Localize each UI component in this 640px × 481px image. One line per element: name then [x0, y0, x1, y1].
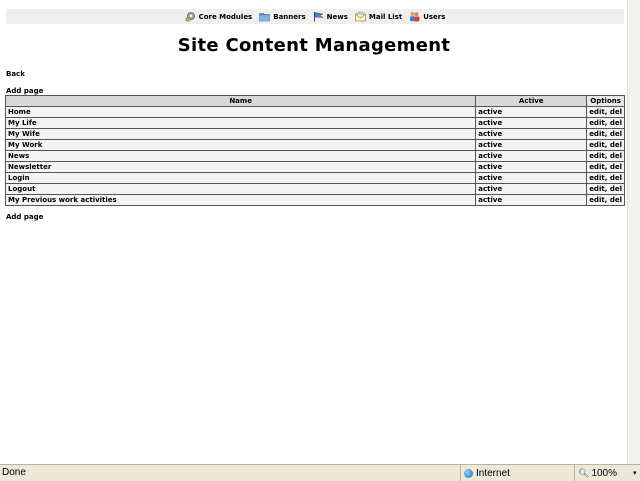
active-status-cell: active [475, 172, 588, 184]
table-row: My Wife active edit, del [4, 128, 625, 140]
page-name-cell[interactable]: Login [4, 172, 477, 184]
edit-link[interactable]: edit [589, 174, 605, 182]
chevron-down-icon: ▾ [633, 470, 637, 477]
zoom-control[interactable]: 🔍︎ 100% ▾ [574, 465, 638, 481]
delete-link[interactable]: del [610, 185, 622, 193]
active-status-cell: active [475, 150, 588, 162]
table-row: My Life active edit, del [4, 117, 625, 129]
delete-link[interactable]: del [610, 152, 622, 160]
table-row: Home active edit, del [4, 106, 625, 118]
zoom-level: 100% [591, 467, 618, 479]
delete-link[interactable]: del [610, 174, 622, 182]
gear-icon [185, 11, 196, 22]
page-name-cell[interactable]: Logout [4, 183, 477, 195]
page-name-cell[interactable]: Newsletter [4, 161, 477, 173]
table-row: Logout active edit, del [4, 183, 625, 195]
edit-link[interactable]: edit [589, 185, 605, 193]
magnifier-icon: 🔍︎ [578, 467, 590, 478]
table-row: Login active edit, del [4, 172, 625, 184]
page-name-cell[interactable]: My Life [4, 117, 477, 129]
nav-banners[interactable]: Banners [259, 11, 306, 22]
table-row: My Previous work activities active edit, d… [4, 194, 625, 206]
edit-link[interactable]: edit [589, 163, 605, 171]
page-content: Core Modules Banners News Mail List User… [0, 0, 628, 464]
page-name-cell[interactable]: My Wife [4, 128, 477, 140]
options-cell: edit, del [586, 150, 625, 162]
nav-mail-list[interactable]: Mail List [355, 11, 402, 22]
options-cell: edit, del [586, 139, 625, 151]
globe-icon [464, 468, 473, 478]
active-status-cell: active [475, 106, 588, 118]
nav-users[interactable]: Users [409, 11, 445, 22]
column-header-options: Options [586, 95, 625, 107]
status-bar: Done Internet 🔍︎ 100% ▾ [0, 464, 640, 481]
active-status-cell: active [475, 183, 588, 195]
nav-label: Mail List [368, 12, 403, 21]
options-cell: edit, del [586, 128, 625, 140]
delete-link[interactable]: del [610, 130, 622, 138]
options-cell: edit, del [586, 106, 625, 118]
active-status-cell: active [475, 128, 588, 140]
delete-link[interactable]: del [610, 108, 622, 116]
table-header-row: Name Active Options [4, 95, 625, 107]
nav-label: Core Modules [198, 12, 253, 21]
edit-link[interactable]: edit [589, 196, 605, 204]
table-row: Newsletter active edit, del [4, 161, 625, 173]
page-name-cell[interactable]: Home [4, 106, 477, 118]
active-status-cell: active [475, 139, 588, 151]
options-cell: edit, del [586, 117, 625, 129]
options-cell: edit, del [586, 172, 625, 184]
edit-link[interactable]: edit [589, 152, 605, 160]
users-icon [409, 11, 420, 22]
zone-label: Internet [476, 467, 510, 479]
delete-link[interactable]: del [610, 196, 622, 204]
edit-link[interactable]: edit [589, 141, 605, 149]
column-header-name: Name [4, 95, 477, 107]
options-cell: edit, del [586, 183, 625, 195]
pages-table: Name Active Options Home active edit, del M… [4, 95, 625, 206]
mail-icon [355, 11, 366, 22]
page-name-cell[interactable]: My Work [4, 139, 477, 151]
delete-link[interactable]: del [610, 163, 622, 171]
top-nav-bar: Core Modules Banners News Mail List User… [6, 9, 624, 24]
active-status-cell: active [475, 117, 588, 129]
folder-icon [259, 11, 271, 22]
page-title: Site Content Management [177, 35, 451, 56]
nav-label: Users [423, 12, 446, 21]
page-name-cell[interactable]: My Previous work activities [4, 194, 477, 206]
nav-label: News [326, 12, 348, 21]
nav-label: Banners [273, 12, 306, 21]
edit-link[interactable]: edit [589, 108, 605, 116]
active-status-cell: active [475, 194, 588, 206]
nav-core-modules[interactable]: Core Modules [185, 11, 253, 22]
column-header-active: Active [475, 95, 588, 107]
options-cell: edit, del [586, 161, 625, 173]
status-text: Done [2, 467, 26, 478]
active-status-cell: active [475, 161, 588, 173]
options-cell: edit, del [586, 194, 625, 206]
add-page-link-bottom[interactable]: Add page [6, 213, 43, 221]
page-name-cell[interactable]: News [4, 150, 477, 162]
back-link[interactable]: Back [6, 70, 25, 78]
add-page-link-top[interactable]: Add page [6, 87, 43, 95]
news-flag-icon [313, 11, 324, 22]
edit-link[interactable]: edit [589, 130, 605, 138]
table-row: News active edit, del [4, 150, 625, 162]
edit-link[interactable]: edit [589, 119, 605, 127]
security-zone: Internet [460, 465, 574, 481]
delete-link[interactable]: del [610, 141, 622, 149]
table-row: My Work active edit, del [4, 139, 625, 151]
vertical-scrollbar[interactable] [627, 0, 640, 464]
nav-news[interactable]: News [313, 11, 348, 22]
delete-link[interactable]: del [610, 119, 622, 127]
